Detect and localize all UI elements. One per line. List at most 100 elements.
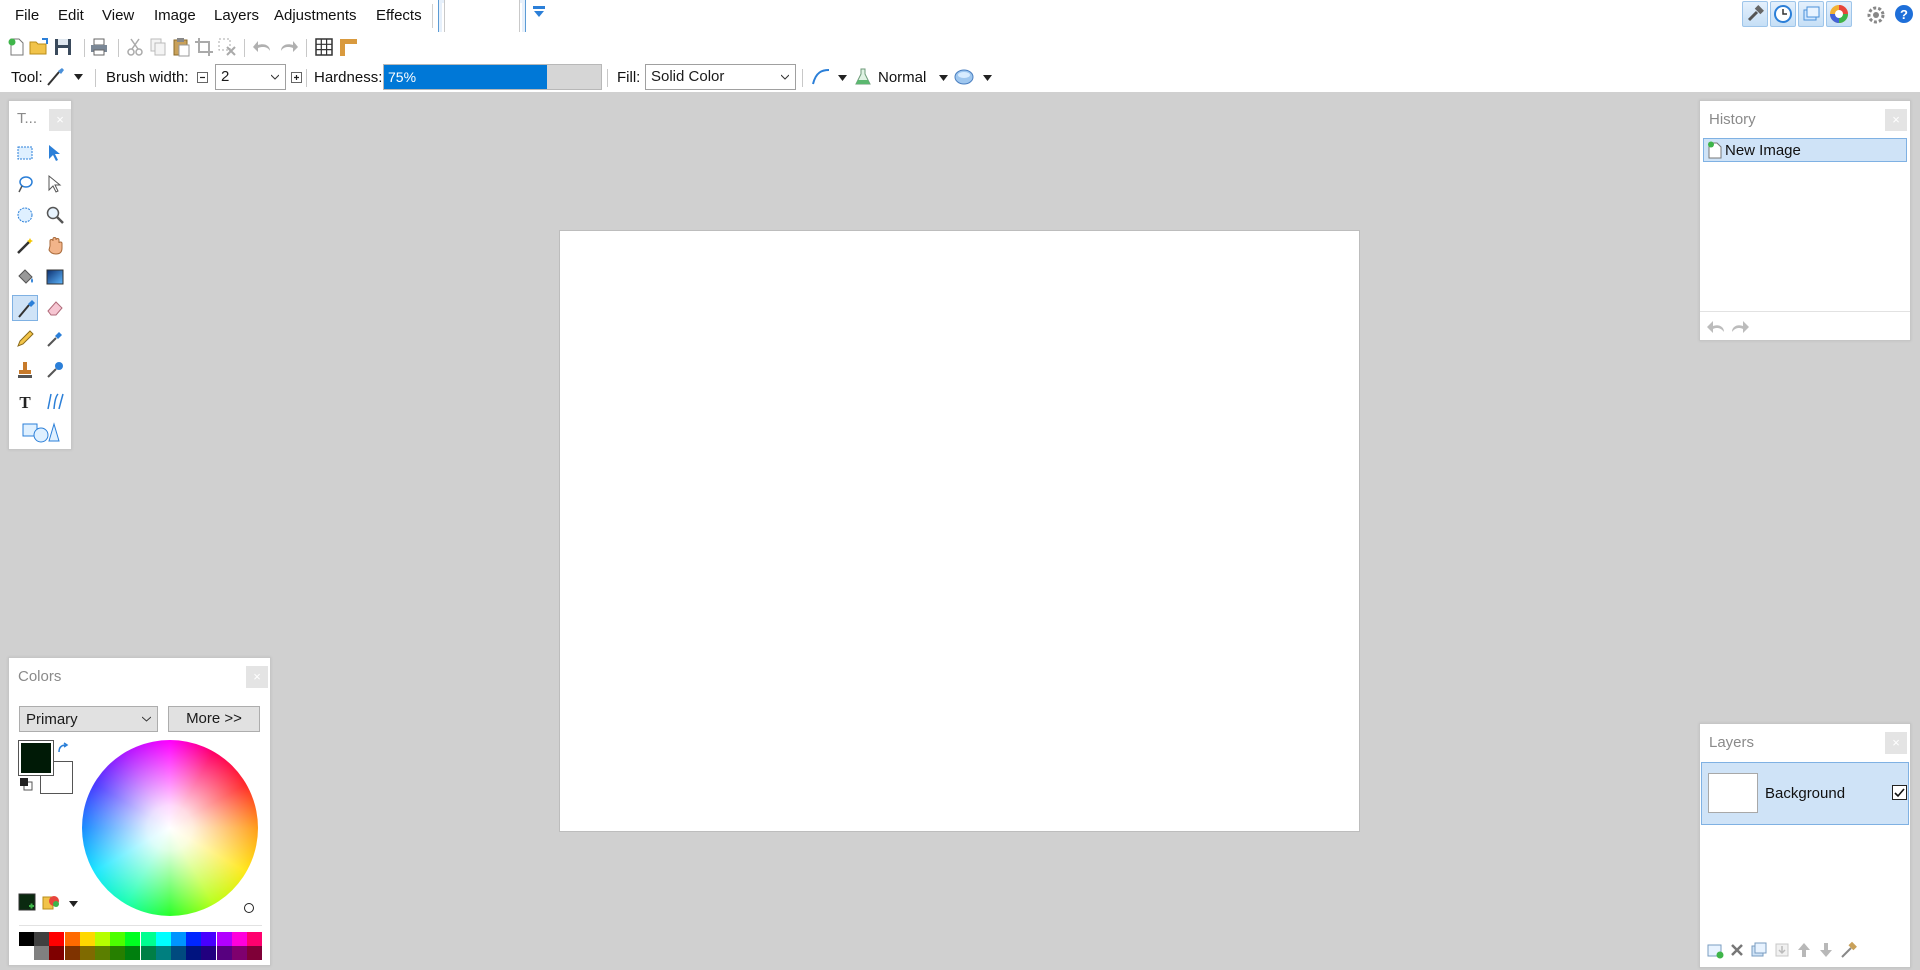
image-canvas[interactable] [559, 230, 1360, 832]
history-item[interactable]: New Image [1703, 138, 1907, 162]
tool-color-picker[interactable] [42, 326, 68, 352]
help-icon[interactable]: ? [1894, 4, 1914, 24]
tool-rectangle-select[interactable] [12, 140, 38, 166]
palette-swatch[interactable] [186, 932, 202, 946]
tool-pan[interactable] [42, 233, 68, 259]
open-folder-icon[interactable] [28, 36, 50, 58]
print-icon[interactable] [88, 36, 110, 58]
palette-swatch[interactable] [79, 946, 95, 960]
tool-paint-bucket[interactable] [12, 264, 38, 290]
ruler-icon[interactable] [337, 36, 359, 58]
color-wheel-marker[interactable] [244, 903, 254, 913]
menu-layers[interactable]: Layers [214, 7, 259, 24]
new-image-icon[interactable] [6, 36, 28, 58]
antialiasing-icon[interactable] [810, 66, 832, 88]
tools-window-toggle[interactable] [1742, 1, 1768, 27]
palette-swatch[interactable] [216, 932, 232, 946]
palette-swatch[interactable] [110, 946, 126, 960]
more-colors-button[interactable]: More >> [168, 706, 260, 732]
tool-line-curve[interactable] [42, 388, 68, 414]
deselect-icon[interactable] [216, 36, 238, 58]
blend-mode-value[interactable]: Normal [878, 69, 926, 86]
palette-swatch[interactable] [201, 932, 217, 946]
tool-clone-stamp[interactable] [12, 357, 38, 383]
palette-swatch[interactable] [110, 932, 126, 946]
palette-swatch[interactable] [201, 946, 217, 960]
history-panel-close-button[interactable]: × [1885, 109, 1907, 131]
layers-window-toggle[interactable] [1798, 1, 1824, 27]
history-undo-icon[interactable] [1706, 318, 1726, 334]
paste-icon[interactable] [170, 36, 192, 58]
alpha-blending-icon[interactable] [953, 66, 975, 88]
palette-swatch[interactable] [49, 946, 65, 960]
palette-swatch[interactable] [231, 932, 247, 946]
blend-mode-flask-icon[interactable] [852, 66, 874, 88]
decrease-width-icon[interactable] [197, 72, 208, 83]
reset-colors-icon[interactable] [19, 777, 33, 791]
palette-swatch[interactable] [140, 932, 156, 946]
tool-gradient[interactable] [42, 264, 68, 290]
palette-swatch[interactable] [247, 946, 262, 960]
grid-icon[interactable] [313, 36, 335, 58]
palette-swatch[interactable] [95, 932, 110, 946]
colors-panel-close-button[interactable]: × [246, 666, 268, 688]
tool-text[interactable]: T [12, 388, 38, 414]
layers-panel-close-button[interactable]: × [1885, 732, 1907, 754]
primary-color-swatch[interactable] [18, 740, 54, 776]
alpha-blending-dropdown-icon[interactable] [983, 75, 992, 81]
color-target-select[interactable]: Primary [19, 706, 158, 732]
tool-shapes[interactable] [19, 418, 60, 444]
crop-to-selection-icon[interactable] [193, 36, 215, 58]
tool-lasso-select[interactable] [12, 171, 38, 197]
undo-icon[interactable] [252, 36, 274, 58]
tool-paintbrush[interactable] [12, 295, 38, 321]
duplicate-layer-icon[interactable] [1750, 941, 1768, 959]
merge-layer-down-icon[interactable] [1773, 941, 1791, 959]
redo-icon[interactable] [277, 36, 299, 58]
palette-swatch[interactable] [155, 946, 171, 960]
tools-panel-close-button[interactable]: × [49, 109, 71, 131]
palette-swatch[interactable] [247, 932, 262, 946]
copy-icon[interactable] [147, 36, 169, 58]
save-icon[interactable] [52, 36, 74, 58]
palette-menu-icon[interactable] [42, 893, 60, 911]
add-to-palette-icon[interactable] [18, 893, 36, 911]
move-layer-down-icon[interactable] [1818, 941, 1834, 959]
increase-width-icon[interactable] [291, 72, 302, 83]
history-window-toggle[interactable] [1770, 1, 1796, 27]
palette-swatch[interactable] [171, 946, 186, 960]
layer-properties-icon[interactable] [1839, 940, 1859, 960]
settings-gear-icon[interactable] [1866, 5, 1886, 25]
palette-swatch[interactable] [125, 932, 141, 946]
brush-width-combo[interactable]: 2 [215, 64, 286, 90]
palette-swatch[interactable] [95, 946, 110, 960]
menu-adjustments[interactable]: Adjustments [274, 7, 357, 24]
tool-move-selection[interactable] [42, 171, 68, 197]
tool-ellipse-select[interactable] [12, 202, 38, 228]
menu-image[interactable]: Image [154, 7, 196, 24]
fill-mode-combo[interactable]: Solid Color [645, 64, 796, 90]
menu-edit[interactable]: Edit [58, 7, 84, 24]
color-wheel[interactable] [82, 740, 258, 916]
menu-file[interactable]: File [15, 7, 39, 24]
palette-swatch[interactable] [64, 946, 80, 960]
tool-eraser[interactable] [42, 295, 68, 321]
menu-view[interactable]: View [102, 7, 134, 24]
antialiasing-dropdown-icon[interactable] [838, 75, 847, 81]
move-layer-up-icon[interactable] [1796, 941, 1812, 959]
delete-layer-icon[interactable] [1729, 942, 1745, 958]
tool-zoom[interactable] [42, 202, 68, 228]
palette-swatch[interactable] [19, 946, 34, 960]
palette-swatch[interactable] [19, 932, 34, 946]
palette-swatch[interactable] [140, 946, 156, 960]
color-palette[interactable] [19, 932, 262, 961]
history-redo-icon[interactable] [1730, 318, 1750, 334]
palette-swatch[interactable] [79, 932, 95, 946]
palette-swatch[interactable] [155, 932, 171, 946]
blend-mode-dropdown-icon[interactable] [939, 75, 948, 81]
palette-swatch[interactable] [231, 946, 247, 960]
tool-dropdown-arrow-icon[interactable] [74, 74, 83, 80]
colors-window-toggle[interactable] [1826, 1, 1852, 27]
palette-dropdown-icon[interactable] [69, 901, 78, 907]
layer-row[interactable]: Background [1701, 762, 1909, 825]
